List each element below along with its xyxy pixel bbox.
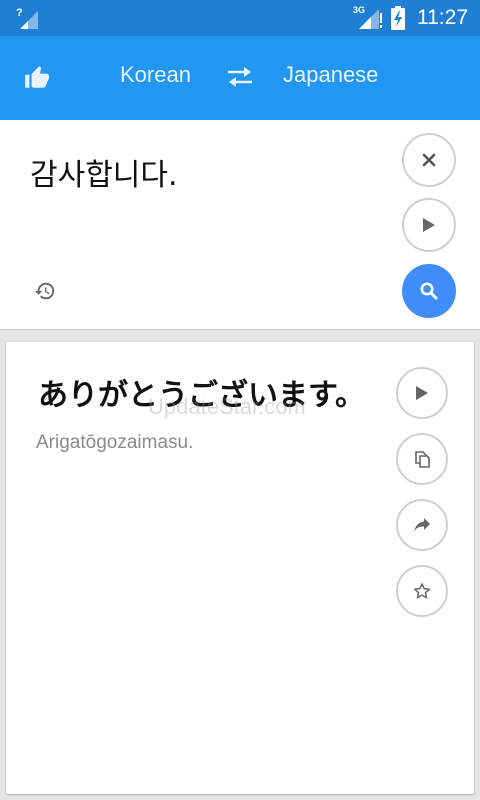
source-text-input[interactable]: 감사합니다. bbox=[30, 150, 178, 194]
input-card: 감사합니다. bbox=[0, 120, 480, 330]
play-icon bbox=[423, 218, 435, 232]
status-right: 3G 11:27 bbox=[353, 0, 468, 36]
svg-text:?: ? bbox=[16, 7, 23, 19]
thumbs-up-icon[interactable] bbox=[24, 65, 50, 91]
play-source-button[interactable] bbox=[402, 198, 456, 252]
play-translation-button[interactable] bbox=[396, 367, 448, 419]
history-icon[interactable] bbox=[34, 280, 56, 302]
clear-button[interactable] bbox=[402, 133, 456, 187]
app-bar: Korean Japanese bbox=[0, 36, 480, 120]
translate-search-button[interactable] bbox=[402, 264, 456, 318]
star-icon bbox=[413, 583, 431, 599]
close-icon bbox=[422, 153, 436, 167]
clock: 11:27 bbox=[417, 6, 468, 29]
play-icon bbox=[416, 386, 428, 400]
battery-charging-icon bbox=[391, 6, 405, 30]
copy-button[interactable] bbox=[396, 433, 448, 485]
transliteration-text: Arigatōgozaimasu. bbox=[36, 432, 194, 453]
swap-icon[interactable] bbox=[226, 64, 254, 90]
source-language-button[interactable]: Korean bbox=[120, 62, 191, 88]
copy-icon bbox=[415, 451, 430, 468]
status-bar: ? 3G 11:27 bbox=[0, 0, 480, 36]
translation-card: ありがとうございます。 UpdateStar.com Arigatōgozaim… bbox=[6, 342, 474, 794]
share-button[interactable] bbox=[396, 499, 448, 551]
search-icon bbox=[420, 282, 438, 300]
target-language-button[interactable]: Japanese bbox=[283, 62, 378, 88]
translated-text: ありがとうございます。 bbox=[38, 378, 365, 413]
mobile-signal-icon: 3G bbox=[353, 5, 383, 31]
signal-question-icon: ? bbox=[16, 7, 38, 29]
share-forward-icon bbox=[414, 518, 430, 532]
favorite-button[interactable] bbox=[396, 565, 448, 617]
